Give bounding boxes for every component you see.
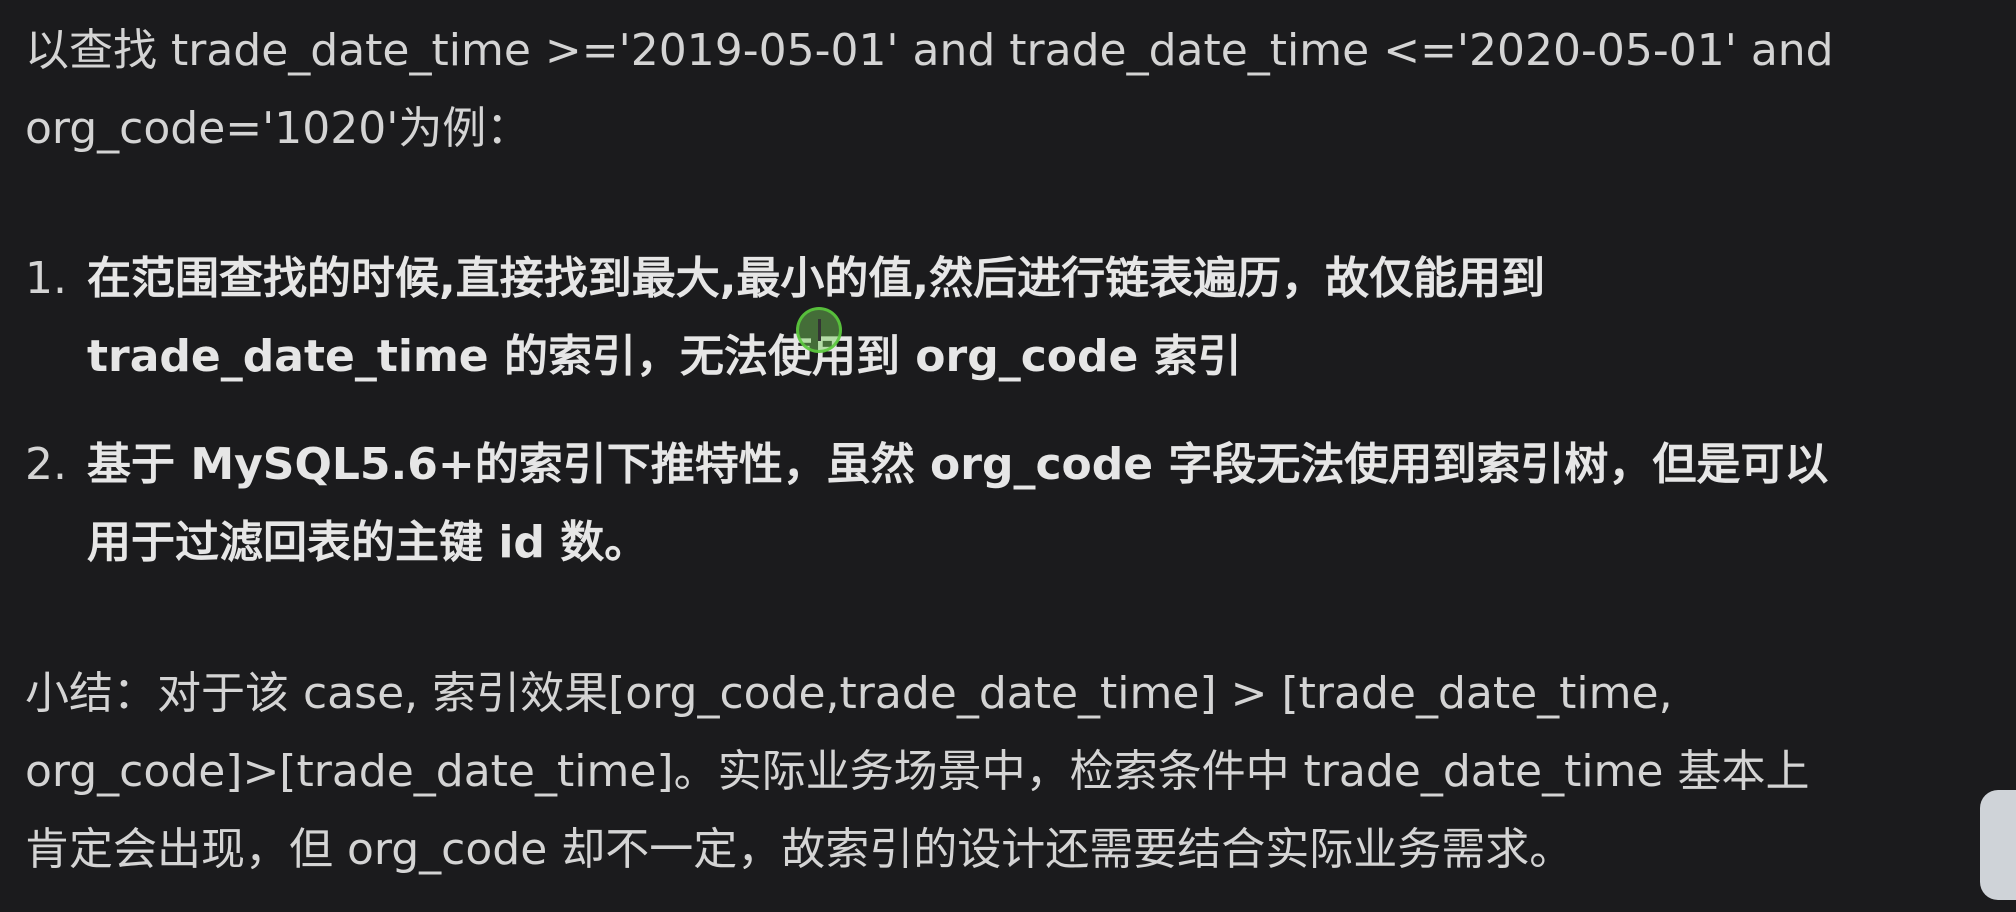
text-cursor-highlight-icon (796, 307, 842, 353)
intro-line-1: 以查找 trade_date_time >='2019-05-01' and t… (25, 25, 1834, 76)
summary-line-2: org_code]>[trade_date_time]。实际业务场景中，检索条件… (25, 746, 1810, 797)
summary-paragraph: 小结：对于该 case, 索引效果[org_code,trade_date_ti… (25, 655, 1985, 889)
list-item-line-1: 基于 MySQL5.6+的索引下推特性，虽然 org_code 字段无法使用到索… (87, 439, 1829, 490)
list-item: 2. 基于 MySQL5.6+的索引下推特性，虽然 org_code 字段无法使… (25, 426, 1985, 582)
list-item-line-1: 在范围查找的时候,直接找到最大,最小的值,然后进行链表遍历，故仅能用到 (87, 253, 1546, 304)
list-item: 1. 在范围查找的时候,直接找到最大,最小的值,然后进行链表遍历，故仅能用到 t… (25, 240, 1985, 396)
explanation-list: 1. 在范围查找的时候,直接找到最大,最小的值,然后进行链表遍历，故仅能用到 t… (25, 240, 1985, 612)
list-item-line-2: 用于过滤回表的主键 id 数。 (87, 517, 649, 568)
list-item-number: 2. (25, 439, 67, 490)
intro-line-2: org_code='1020'为例： (25, 103, 531, 154)
list-item-number: 1. (25, 253, 67, 304)
side-panel-handle-icon[interactable] (1980, 790, 2016, 900)
summary-line-1: 小结：对于该 case, 索引效果[org_code,trade_date_ti… (25, 668, 1673, 719)
intro-paragraph: 以查找 trade_date_time >='2019-05-01' and t… (25, 12, 1985, 168)
summary-line-3: 肯定会出现，但 org_code 却不一定，故索引的设计还需要结合实际业务需求。 (25, 824, 1574, 875)
list-item-line-2: trade_date_time 的索引，无法使用到 org_code 索引 (87, 331, 1242, 382)
